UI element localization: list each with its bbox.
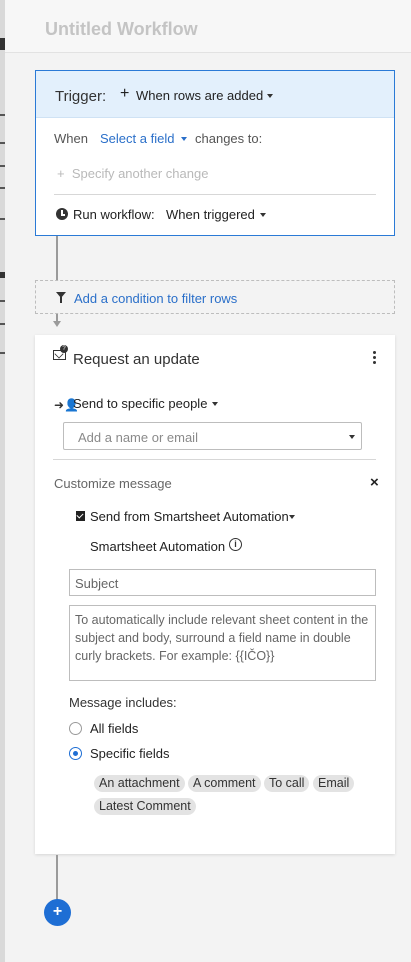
specific-fields-radio[interactable] (69, 747, 82, 760)
workflow-header: Untitled Workflow (5, 0, 411, 53)
action-title: Request an update (73, 351, 200, 368)
add-condition-link[interactable]: Add a condition to filter rows (74, 291, 237, 306)
close-icon[interactable]: × (370, 474, 379, 491)
divider (53, 459, 376, 460)
chevron-down-icon[interactable] (289, 515, 295, 519)
field-tag[interactable]: An attachment (94, 775, 185, 792)
field-tag[interactable]: Email (313, 775, 355, 792)
recipient-input[interactable]: Add a name or email (63, 422, 362, 450)
all-fields-radio[interactable] (69, 722, 82, 735)
recipient-placeholder: Add a name or email (78, 430, 198, 445)
changes-to-label: changes to: (195, 131, 263, 146)
trigger-header: Trigger: + When rows are added (36, 71, 394, 118)
divider (54, 194, 376, 195)
specify-label: Specify another change (71, 166, 209, 181)
add-condition-block[interactable]: Add a condition to filter rows (35, 280, 395, 314)
request-update-card[interactable]: ? Request an update ➜👤 Send to specific … (35, 335, 395, 854)
checkbox-icon[interactable] (76, 511, 85, 521)
add-step-button[interactable]: + (44, 899, 71, 926)
specify-another-change: + Specify another change (57, 166, 208, 181)
select-field-dropdown[interactable]: Select a field (100, 131, 174, 146)
clock-icon (56, 208, 68, 220)
trigger-card[interactable]: Trigger: + When rows are added When Sele… (35, 70, 395, 236)
when-label: When (54, 131, 88, 146)
run-workflow-dropdown[interactable]: When triggered (166, 207, 255, 222)
customize-message-label: Customize message (54, 476, 172, 491)
chevron-down-icon[interactable] (181, 137, 187, 141)
request-update-icon: ? (53, 345, 68, 360)
chevron-down-icon[interactable] (349, 435, 355, 439)
plus-icon: + (57, 166, 65, 181)
message-body-input[interactable]: To automatically include relevant sheet … (69, 605, 376, 681)
send-from-dropdown[interactable]: Send from Smartsheet Automation (90, 509, 289, 524)
connector-arrow (53, 321, 61, 327)
connector-line (56, 855, 58, 901)
message-includes-label: Message includes: (69, 695, 177, 710)
connector-line (56, 236, 58, 280)
workflow-title[interactable]: Untitled Workflow (45, 19, 198, 40)
info-icon[interactable]: i (229, 538, 242, 551)
chevron-down-icon[interactable] (212, 402, 218, 406)
trigger-type-dropdown[interactable]: When rows are added (136, 88, 263, 103)
all-fields-label[interactable]: All fields (90, 721, 138, 736)
chevron-down-icon[interactable] (267, 94, 273, 98)
send-to-dropdown[interactable]: Send to specific people (73, 396, 207, 411)
filter-icon (56, 292, 66, 303)
run-workflow-label: Run workflow: (73, 207, 155, 222)
field-tag[interactable]: Latest Comment (94, 798, 196, 815)
field-tag[interactable]: A comment (188, 775, 261, 792)
trigger-label: Trigger: (55, 88, 107, 105)
plus-icon: + (120, 85, 130, 102)
more-options-icon[interactable] (373, 351, 377, 366)
subject-placeholder: Subject (75, 576, 119, 591)
sender-name: Smartsheet Automation (90, 539, 226, 554)
field-tag[interactable]: To call (264, 775, 310, 792)
specific-fields-label[interactable]: Specific fields (90, 746, 169, 761)
chevron-down-icon[interactable] (260, 213, 266, 217)
subject-input[interactable]: Subject (69, 569, 376, 596)
